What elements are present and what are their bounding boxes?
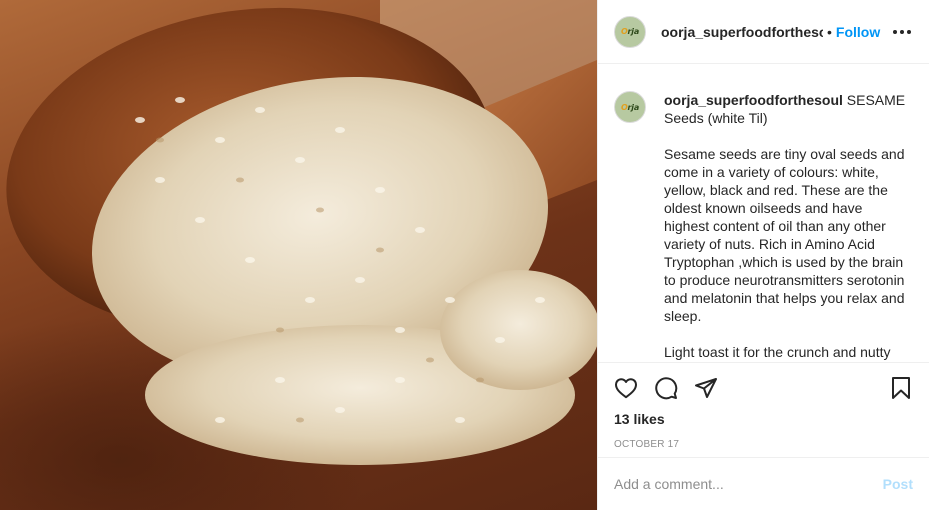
caption-row: Orja oorja_superfoodforthesoul SESAME Se… (614, 91, 913, 361)
post-actions: 13 likes OCTOBER 17 (598, 362, 929, 456)
caption-avatar-logo: Orja (620, 102, 640, 112)
caption-text: oorja_superfoodforthesoul SESAME Seeds (… (664, 91, 906, 361)
caption-paragraph-2: Light toast it for the crunch and nutty (664, 344, 891, 360)
avatar[interactable]: Orja (614, 15, 646, 48)
comment-input[interactable] (614, 476, 883, 492)
comment-icon[interactable] (654, 376, 678, 400)
caption-paragraph-1: Sesame seeds are tiny oval seeds and com… (664, 146, 905, 324)
bookmark-icon[interactable] (889, 376, 913, 400)
header-username[interactable]: oorja_superfoodforthesoul (661, 24, 823, 40)
follow-button[interactable]: Follow (836, 24, 880, 40)
sesame-spoon-illustration (6, 0, 597, 465)
post-side-panel: Orja oorja_superfoodforthesoul • Follow … (597, 0, 929, 510)
heart-icon[interactable] (614, 376, 638, 400)
likes-count[interactable]: 13 likes (614, 411, 913, 427)
caption-scroll-area[interactable]: Orja oorja_superfoodforthesoul SESAME Se… (598, 65, 929, 362)
post-comment-button[interactable]: Post (883, 476, 913, 492)
post-date[interactable]: OCTOBER 17 (614, 439, 913, 450)
post-header: Orja oorja_superfoodforthesoul • Follow (598, 0, 929, 64)
caption-username[interactable]: oorja_superfoodforthesoul (664, 92, 843, 108)
share-icon[interactable] (694, 376, 718, 400)
comment-bar: Post (598, 457, 929, 510)
more-options-icon[interactable] (889, 26, 915, 38)
caption-avatar[interactable]: Orja (614, 91, 646, 123)
avatar-logo: Orja (620, 27, 640, 36)
header-separator: • (827, 23, 832, 40)
action-icons (614, 363, 913, 411)
post-image[interactable] (0, 0, 597, 510)
